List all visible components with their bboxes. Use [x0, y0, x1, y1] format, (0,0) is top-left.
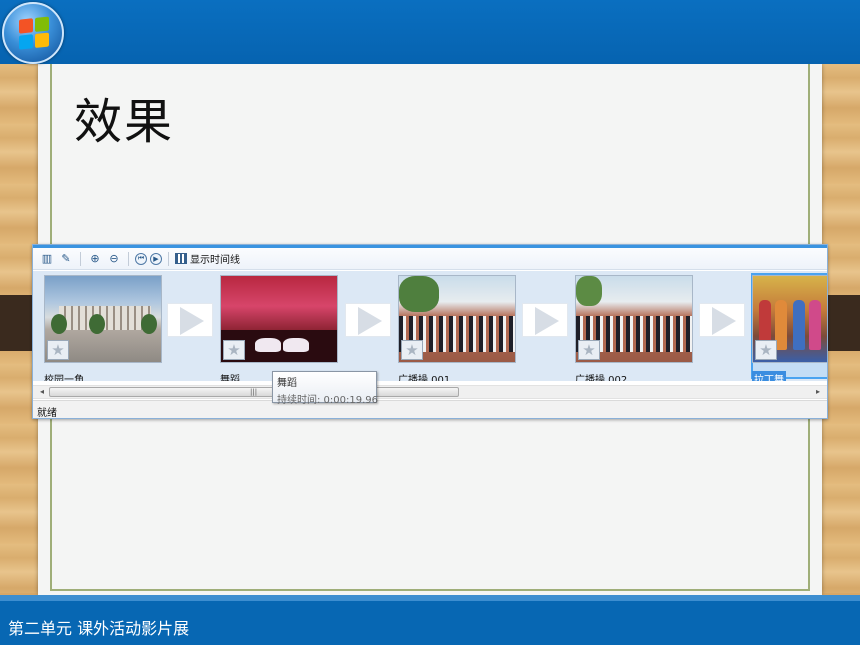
movie-maker-window: ▥ ✎ ⊕ ⊖ ⏮ ▶ 显示时间线 ★ 校园一角 ★ 舞蹈 ★ 广播操 001 … [32, 244, 828, 419]
toolbar-separator [168, 251, 169, 266]
clip-thumbnail[interactable]: ★ [398, 275, 516, 363]
star-effect-icon[interactable]: ★ [47, 340, 69, 360]
clip-broadcast-exercise-002[interactable]: ★ 广播操 002 [575, 275, 695, 381]
transition-slot[interactable] [522, 303, 568, 337]
bottom-bar-strip [0, 595, 860, 601]
status-bar: 就绪 [33, 400, 827, 419]
clip-tooltip: 舞蹈 持续时间: 0:00:19.96 [272, 371, 379, 406]
clip-dance[interactable]: ★ 舞蹈 [220, 275, 340, 381]
clip-label: 广播操 002 [575, 375, 628, 381]
clip-label-selected: 拉丁舞 [752, 371, 786, 381]
clip-latin-dance[interactable]: ★ 拉丁舞 [752, 275, 827, 381]
horizontal-scrollbar[interactable]: ◂ ||| ▸ [33, 385, 827, 399]
windows-logo-icon [2, 2, 64, 64]
toolbar-separator [80, 251, 81, 266]
zoom-in-icon[interactable]: ⊕ [87, 251, 103, 267]
show-timeline-button[interactable]: 显示时间线 [175, 251, 240, 266]
star-effect-icon[interactable]: ★ [578, 340, 600, 360]
slide-footer: 第二单元 课外活动影片展 [8, 619, 190, 638]
tooltip-clip-name: 舞蹈 [277, 378, 297, 389]
play-icon[interactable]: ▶ [150, 252, 162, 265]
clip-broadcast-exercise-001[interactable]: ★ 广播操 001 [398, 275, 518, 381]
storyboard-icon[interactable]: ▥ [39, 251, 55, 267]
transition-slot[interactable] [345, 303, 391, 337]
clip-thumbnail[interactable]: ★ [575, 275, 693, 363]
clip-thumbnail[interactable]: ★ [220, 275, 338, 363]
status-text: 就绪 [37, 408, 57, 419]
star-effect-icon[interactable]: ★ [401, 340, 423, 360]
storyboard-strip: ★ 校园一角 ★ 舞蹈 ★ 广播操 001 ★ 广播操 002 ★ 拉丁舞 [33, 271, 827, 381]
scrollbar-thumb[interactable]: ||| [49, 387, 459, 397]
clip-label: 舞蹈 [220, 375, 240, 381]
star-effect-icon[interactable]: ★ [223, 340, 245, 360]
clip-thumbnail[interactable]: ★ [44, 275, 162, 363]
scrollbar-grip: ||| [250, 388, 258, 396]
slide-title: 效果 [74, 94, 175, 150]
zoom-out-icon[interactable]: ⊖ [106, 251, 122, 267]
slide-top-bar [0, 0, 860, 64]
transition-slot[interactable] [699, 303, 745, 337]
star-effect-icon[interactable]: ★ [755, 340, 777, 360]
show-timeline-label: 显示时间线 [190, 255, 240, 266]
scroll-left-arrow-icon[interactable]: ◂ [35, 386, 49, 398]
transition-slot[interactable] [167, 303, 213, 337]
rewind-icon[interactable]: ⏮ [135, 252, 147, 265]
clip-label: 广播操 001 [398, 375, 451, 381]
storyboard-toolbar: ▥ ✎ ⊕ ⊖ ⏮ ▶ 显示时间线 [33, 248, 827, 270]
pin-icon[interactable]: ✎ [58, 251, 74, 267]
paper-bottom-line [50, 589, 810, 591]
clip-campus[interactable]: ★ 校园一角 [44, 275, 164, 381]
tooltip-duration: 持续时间: 0:00:19.96 [277, 395, 379, 406]
scroll-right-arrow-icon[interactable]: ▸ [811, 386, 825, 398]
clip-label: 校园一角 [44, 375, 84, 381]
timeline-icon [175, 253, 187, 264]
clip-thumbnail[interactable]: ★ [752, 275, 827, 363]
toolbar-separator [128, 251, 129, 266]
